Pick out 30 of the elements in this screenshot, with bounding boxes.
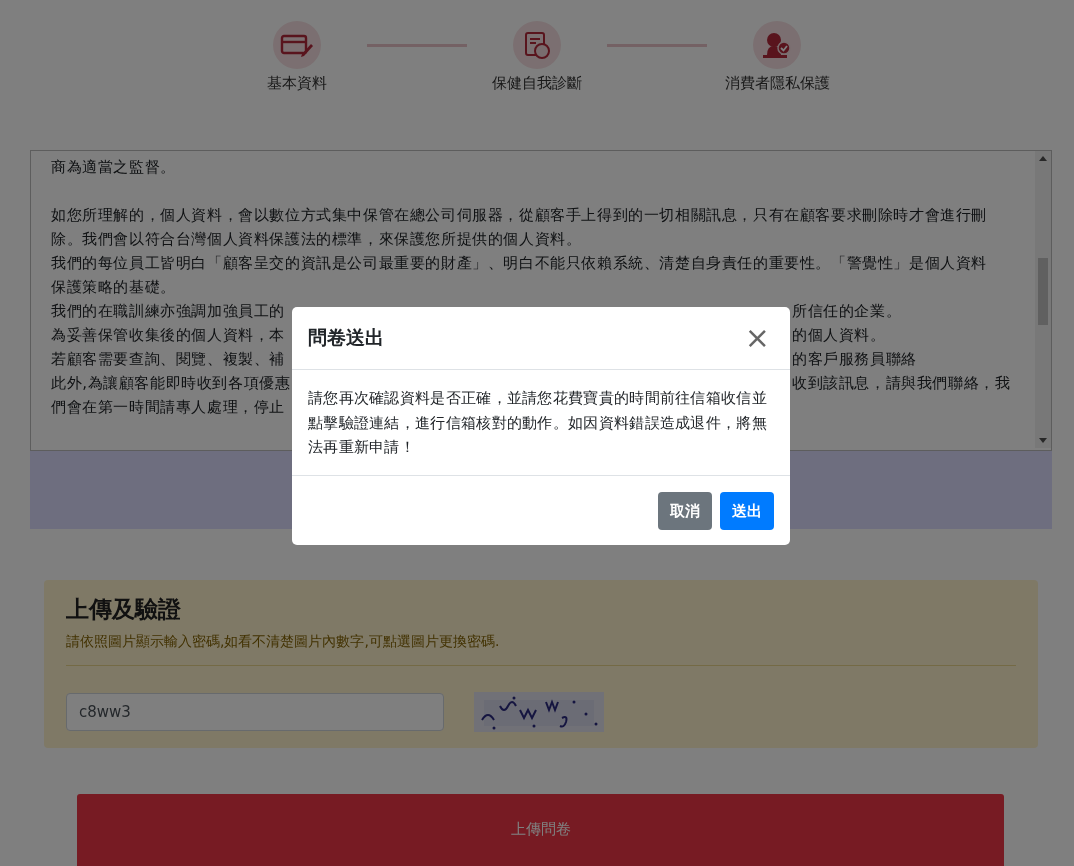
close-button[interactable]: × [740,323,774,353]
terms-text: 的個人資料。 [792,325,887,346]
terms-text: 如您所理解的，個人資料，會以數位方式集中保管在總公司伺服器，從顧客手上得到的一切相關訊息，只有在顧客要求刪除時才會進行刪 [51,206,987,224]
send-button[interactable]: 送出 [720,492,774,530]
upload-title: 上傳及驗證 [66,595,182,624]
modal-title: 問卷送出 [308,325,384,350]
user-stamp-icon [762,31,792,59]
cancel-button[interactable]: 取消 [658,492,712,530]
terms-text: 我們的每位員工皆明白「顧客呈交的資訊是公司最重要的財產」、明白不能只依賴系統、清楚自身責任的重要性。「警覺性」是個人資料 [51,254,987,272]
step-label: 基本資料 [267,74,327,93]
document-icon [524,31,550,59]
scrollbar[interactable] [1035,151,1051,448]
terms-text: 商為適當之監督。 [51,158,176,176]
step-label: 消費者隱私保護 [724,74,830,93]
modal-message: 請您再次確認資料是否正確，並請您花費寶貴的時間前往信箱收信並點擊驗證連結，進行信箱核對的動作。如因資料錯誤造成退件，將無法再重新申請！ [308,388,768,458]
credit-card-icon [280,33,314,57]
step-label: 保健自我診斷 [492,74,582,93]
terms-text: 收到該訊息，請與我們聯絡，我 [792,373,1011,394]
terms-text: 們會在第一時間請專人處理，停止 [51,398,285,416]
upload-hint: 請依照圖片顯示輸入密碼,如看不清楚圖片內數字,可點選圖片更換密碼. [66,633,501,651]
terms-text: 若顧客需要查詢、閱覽、複製、補 [51,350,285,368]
terms-text: 我們的在職訓練亦強調加強員工的 [51,302,285,320]
terms-text: 此外,為讓顧客能即時收到各項優惠 [51,374,291,392]
submit-button[interactable]: 上傳問卷 [77,794,1004,866]
terms-text: 的客戶服務員聯絡 [792,349,918,370]
captcha-input-field[interactable]: c8ww3 [66,693,444,731]
terms-text: 除。我們會以符合台灣個人資料保護法的標準，來保護您所提供的個人資料。 [51,230,582,248]
terms-text: 保護策略的基礎。 [51,278,176,296]
terms-text: 為妥善保管收集後的個人資料，本 [51,326,285,344]
terms-text: 所信任的企業。 [792,301,903,322]
